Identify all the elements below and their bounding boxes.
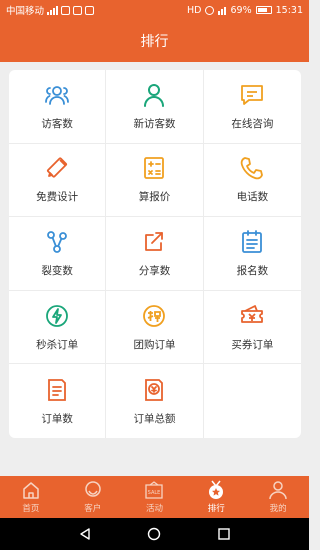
home-circle-icon[interactable]: [147, 527, 161, 541]
profile-icon: [269, 481, 287, 500]
wifi-icon: [218, 6, 227, 15]
grid-item-label: 新访客数: [133, 117, 176, 130]
grid-item-signups[interactable]: 报名数: [203, 217, 301, 291]
back-icon[interactable]: [78, 527, 92, 541]
customer-icon: [84, 481, 101, 497]
signal-icon: [47, 5, 59, 15]
grid-item-label: 秒杀订单: [36, 338, 79, 351]
share-nodes-icon: [47, 231, 68, 253]
share-icon: [145, 232, 164, 251]
title-bar: 排行: [0, 20, 309, 62]
grid-item-online-consult[interactable]: 在线咨询: [203, 70, 301, 144]
tab-label: 客户: [84, 504, 102, 514]
grid-item-label: 裂变数: [41, 264, 73, 277]
tab-label: 首页: [22, 504, 40, 514]
grid-item-group-buy-orders[interactable]: 团购订单: [106, 290, 204, 365]
tab-ranking[interactable]: 排行: [185, 476, 247, 518]
grid-item-label: 报名数: [236, 264, 269, 277]
notification-icon: [61, 5, 71, 15]
notification-icon: [85, 5, 95, 15]
grid-item-new-visitors[interactable]: 新访客数: [106, 70, 204, 144]
grid-item-label: 买券订单: [231, 338, 274, 351]
carrier-label: 中国移动: [6, 6, 45, 17]
alarm-icon: [205, 5, 215, 15]
bottom-tab-bar: 首页 客户 SALE 活动 排行 我的: [0, 476, 309, 518]
grid-item-label: 订单总额: [133, 412, 176, 425]
grid-item-coupon-orders[interactable]: 买券订单: [203, 291, 301, 365]
tab-activity[interactable]: SALE 活动: [124, 476, 186, 518]
phone-icon: [241, 157, 264, 180]
tab-label: 活动: [145, 504, 163, 514]
home-icon: [23, 482, 39, 499]
grid-item-label: 分享数: [138, 264, 171, 277]
grid-item-shares[interactable]: 分享数: [106, 217, 204, 291]
grid-item-label: 免费设计: [36, 191, 79, 204]
ranking-grid-card: 访客数 新访客数 在线咨询 免费设计 算报价 电话数 裂变数 分享数 报名数 秒…: [9, 70, 301, 438]
grid-item-label: 在线咨询: [231, 117, 274, 130]
recents-icon[interactable]: [217, 527, 231, 541]
tab-label: 我的: [269, 504, 287, 514]
grid-item-quote[interactable]: 算报价: [106, 143, 204, 218]
grid-empty-cell: [204, 364, 301, 438]
grid-item-phone[interactable]: 电话数: [203, 144, 301, 218]
calculator-icon: [144, 157, 165, 180]
tab-label: 排行: [207, 504, 225, 514]
network-label: HD: [187, 4, 202, 16]
grid-item-order-total[interactable]: 订单总额: [106, 364, 204, 438]
grid-item-free-design[interactable]: 免费设计: [9, 143, 107, 218]
grid-item-label: 订单数: [41, 412, 73, 425]
order-total-icon: [145, 378, 164, 401]
grid-item-fission[interactable]: 裂变数: [9, 217, 107, 291]
tab-home[interactable]: 首页: [0, 476, 62, 518]
order-icon: [48, 378, 67, 401]
flash-sale-icon: [46, 304, 69, 327]
ranking-icon: [209, 480, 224, 499]
grid-item-flash-sale-orders[interactable]: 秒杀订单: [9, 290, 107, 365]
page-title: 排行: [140, 34, 169, 50]
tab-customer[interactable]: 客户: [62, 476, 124, 518]
visitors-icon: [45, 85, 70, 105]
sale-icon: SALE: [145, 481, 164, 499]
sale-badge: SALE: [148, 490, 161, 496]
grid-item-label: 团购订单: [133, 338, 176, 351]
chat-icon: [241, 84, 264, 105]
status-bar: 中国移动 HD 69% 15:31: [0, 0, 309, 20]
grid-item-orders[interactable]: 订单数: [9, 364, 107, 438]
tab-mine[interactable]: 我的: [247, 476, 309, 518]
grid-item-label: 算报价: [138, 191, 171, 204]
coupon-icon: [241, 304, 264, 323]
grid-item-label: 电话数: [236, 191, 269, 204]
group-buy-icon: [143, 304, 166, 327]
grid-item-visitors[interactable]: 访客数: [9, 70, 107, 144]
signup-icon: [242, 230, 263, 253]
notification-icon: [73, 5, 83, 15]
new-visitor-icon: [144, 83, 165, 107]
battery-icon: [255, 6, 272, 14]
design-icon: [47, 157, 68, 178]
battery-percent: 69%: [230, 4, 252, 16]
system-nav-bar: [0, 518, 309, 550]
clock: 15:31: [275, 4, 303, 16]
grid-item-label: 访客数: [41, 117, 73, 130]
